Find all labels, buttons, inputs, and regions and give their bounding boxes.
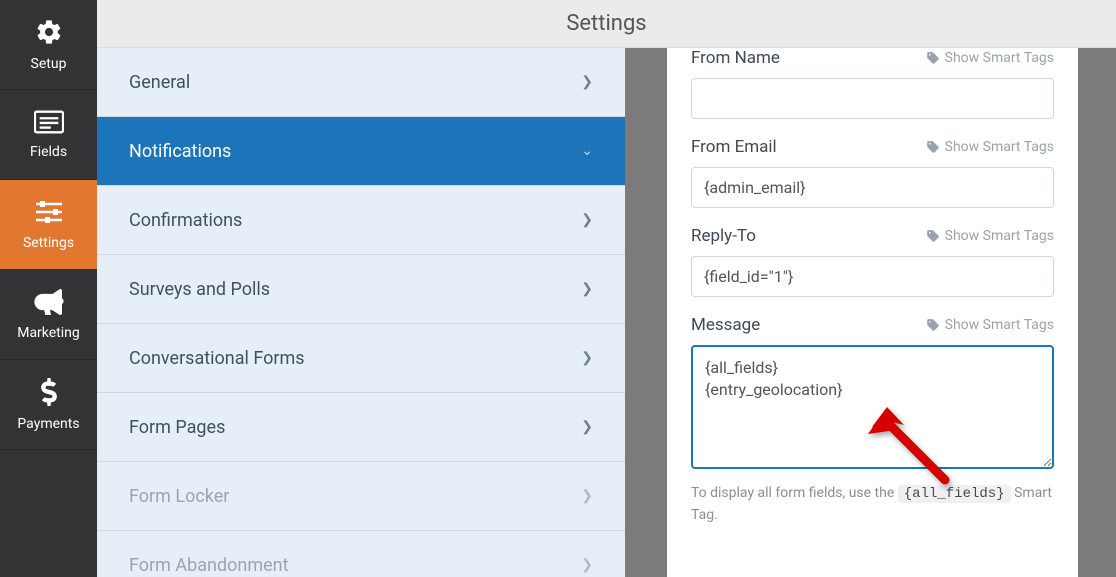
nav-label: Form Pages <box>129 417 225 438</box>
nav-item-general[interactable]: General ❯ <box>97 48 625 117</box>
nav-item-form-pages[interactable]: Form Pages ❯ <box>97 393 625 462</box>
rail-item-fields[interactable]: Fields <box>0 90 97 180</box>
from-email-input[interactable] <box>691 167 1054 208</box>
rail-item-marketing[interactable]: Marketing <box>0 270 97 360</box>
nav-item-notifications[interactable]: Notifications ⌄ <box>97 117 625 186</box>
chevron-right-icon: ❯ <box>581 557 593 573</box>
bullhorn-icon <box>34 289 64 319</box>
settings-nav: General ❯ Notifications ⌄ Confirmations … <box>97 48 625 577</box>
chevron-right-icon: ❯ <box>581 212 593 228</box>
nav-item-form-abandonment[interactable]: Form Abandonment ❯ <box>97 531 625 577</box>
rail-label: Settings <box>23 235 74 251</box>
nav-label: Notifications <box>129 141 231 162</box>
rail-label: Marketing <box>17 325 80 341</box>
smart-tags-toggle[interactable]: Show Smart Tags <box>926 228 1054 244</box>
field-label: From Email <box>691 137 777 157</box>
tags-icon <box>926 318 940 332</box>
field-from-email: From Email Show Smart Tags <box>691 137 1054 208</box>
tags-icon <box>926 140 940 154</box>
from-name-input[interactable] <box>691 78 1054 119</box>
nav-label: Conversational Forms <box>129 348 305 369</box>
sliders-icon <box>34 199 64 229</box>
rail-label: Payments <box>17 416 79 432</box>
chevron-right-icon: ❯ <box>581 350 593 366</box>
field-message: Message Show Smart Tags To display all f… <box>691 315 1054 526</box>
smart-tags-toggle[interactable]: Show Smart Tags <box>926 317 1054 333</box>
field-reply-to: Reply-To Show Smart Tags <box>691 226 1054 297</box>
page-title: Settings <box>566 11 646 36</box>
nav-item-conversational[interactable]: Conversational Forms ❯ <box>97 324 625 393</box>
nav-label: Surveys and Polls <box>129 279 270 300</box>
nav-label: General <box>129 72 190 93</box>
field-label: Message <box>691 315 760 335</box>
chevron-down-icon: ⌄ <box>581 143 593 159</box>
field-from-name: From Name Show Smart Tags <box>691 48 1054 119</box>
nav-label: Form Abandonment <box>129 555 288 576</box>
nav-item-surveys[interactable]: Surveys and Polls ❯ <box>97 255 625 324</box>
chevron-right-icon: ❯ <box>581 419 593 435</box>
field-label: Reply-To <box>691 226 756 246</box>
nav-item-confirmations[interactable]: Confirmations ❯ <box>97 186 625 255</box>
field-label: From Name <box>691 48 780 68</box>
nav-label: Form Locker <box>129 486 229 507</box>
chevron-right-icon: ❯ <box>581 488 593 504</box>
canvas: From Name Show Smart Tags From Email Sho… <box>625 48 1116 577</box>
tags-icon <box>926 229 940 243</box>
message-hint: To display all form fields, use the {all… <box>691 483 1054 526</box>
smart-tags-toggle[interactable]: Show Smart Tags <box>926 139 1054 155</box>
form-panel: From Name Show Smart Tags From Email Sho… <box>667 48 1078 577</box>
chevron-right-icon: ❯ <box>581 74 593 90</box>
nav-label: Confirmations <box>129 210 242 231</box>
rail-item-settings[interactable]: Settings <box>0 180 97 270</box>
chevron-right-icon: ❯ <box>581 281 593 297</box>
smart-tags-toggle[interactable]: Show Smart Tags <box>926 50 1054 66</box>
message-textarea[interactable] <box>691 345 1054 469</box>
title-bar: Settings <box>97 0 1116 48</box>
hint-code: {all_fields} <box>898 485 1011 503</box>
tags-icon <box>926 51 940 65</box>
nav-item-form-locker[interactable]: Form Locker ❯ <box>97 462 625 531</box>
rail-label: Setup <box>31 56 67 72</box>
left-rail: Setup Fields Settings Marketing Payments <box>0 0 97 577</box>
gear-icon <box>35 18 63 50</box>
list-icon <box>34 110 64 138</box>
rail-item-setup[interactable]: Setup <box>0 0 97 90</box>
rail-label: Fields <box>30 144 67 160</box>
dollar-icon <box>40 378 58 410</box>
rail-item-payments[interactable]: Payments <box>0 360 97 450</box>
reply-to-input[interactable] <box>691 256 1054 297</box>
